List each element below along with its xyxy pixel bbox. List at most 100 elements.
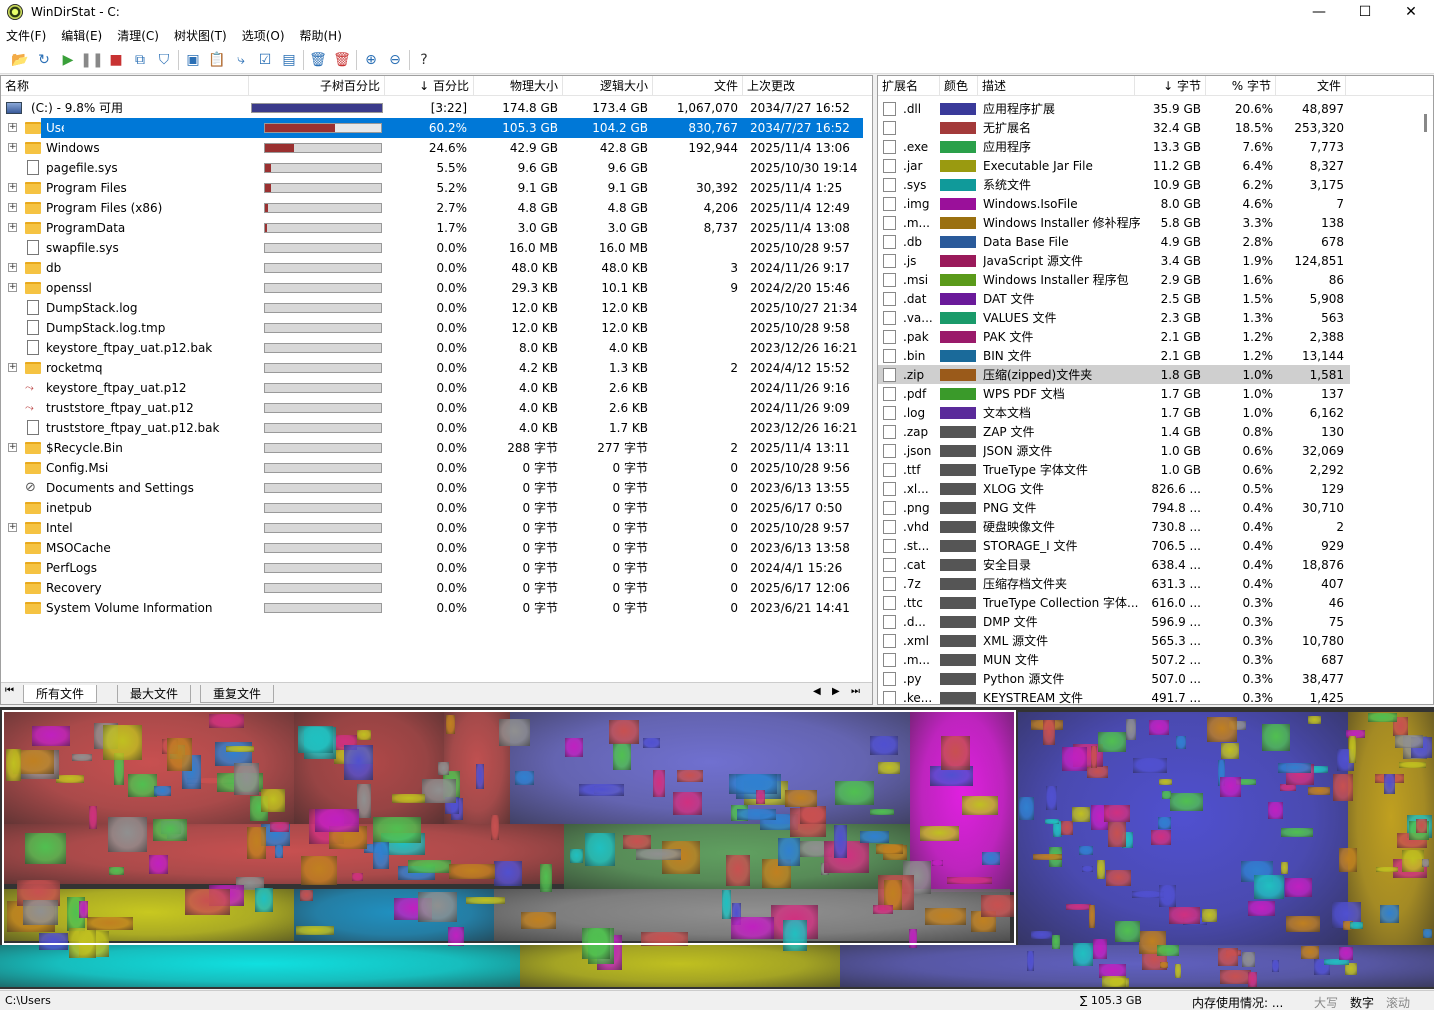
explorer-icon[interactable]: ▣	[181, 48, 205, 72]
extension-row[interactable]: .vhd 硬盘映像文件 730.8 ... 0.4% 2	[878, 517, 1350, 536]
play-icon[interactable]: ▶	[56, 48, 80, 72]
table-row[interactable]: + ProgramData 1.7% 3.0 GB 3.0 GB 8,737 2025/11…	[1, 218, 872, 238]
clipboard-icon[interactable]: 📋	[205, 48, 229, 72]
table-row[interactable]: swapfile.sys 0.0% 16.0 MB 16.0 MB 2025/10/28…	[1, 238, 872, 258]
table-row[interactable]: truststore_ftpay_uat.p12.bak 0.0% 4.0 KB 1.…	[1, 418, 872, 438]
zoom-in-icon[interactable]: ⊕	[359, 48, 383, 72]
extension-scrollbar[interactable]	[1419, 96, 1433, 704]
extension-row[interactable]: .m... Windows Installer 修补程序 5.8 GB 3.3% 138	[878, 213, 1350, 232]
extension-row[interactable]: .msi Windows Installer 程序包 2.9 GB 1.6% 86	[878, 270, 1350, 289]
extension-column-header[interactable]: 扩展名	[878, 76, 940, 96]
table-row[interactable]: + rocketmq 0.0% 4.2 KB 1.3 KB 2 2024/4/12 15:5…	[1, 358, 872, 378]
tree-column-header[interactable]: ↓ 百分比	[385, 76, 474, 96]
tree-column-header[interactable]: 名称	[1, 76, 249, 96]
extension-row[interactable]: .dat DAT 文件 2.5 GB 1.5% 5,908	[878, 289, 1350, 308]
table-row[interactable]: pagefile.sys 5.5% 9.6 GB 9.6 GB 2025/10/30 1…	[1, 158, 872, 178]
command-prompt-icon[interactable]: ▤	[277, 48, 301, 72]
tree-column-header[interactable]: 上次更改	[743, 76, 872, 96]
tree-column-header[interactable]: 逻辑大小	[563, 76, 653, 96]
menu-item-2[interactable]: 清理(C)	[117, 27, 159, 44]
copy-path-icon[interactable]: ⧉	[128, 48, 152, 72]
tree-column-header[interactable]: 文件	[653, 76, 743, 96]
scrollbar-thumb[interactable]	[1424, 114, 1427, 132]
extension-row[interactable]: .bin BIN 文件 2.1 GB 1.2% 13,144	[878, 346, 1350, 365]
refresh-icon[interactable]: ↻	[32, 48, 56, 72]
tree-root-row[interactable]: (C:) - 9.8% 可用 [3:22] 174.8 GB 173.4 GB 1,06…	[1, 98, 872, 118]
expand-icon[interactable]: +	[8, 283, 17, 292]
table-row[interactable]: PerfLogs 0.0% 0 字节 0 字节 0 2024/4/1 15:26	[1, 558, 872, 578]
menu-item-4[interactable]: 选项(O)	[242, 27, 285, 44]
extension-row[interactable]: .py Python 源文件 507.0 ... 0.3% 38,477	[878, 669, 1350, 688]
tab-scroll-right-icon[interactable]: ▶	[832, 686, 840, 697]
extension-row[interactable]: .ttc TrueType Collection 字体... 616.0 ... 0.…	[878, 593, 1350, 612]
table-row[interactable]: + Windows 24.6% 42.9 GB 42.8 GB 192,944 2025/1…	[1, 138, 872, 158]
extension-row[interactable]: .jar Executable Jar File 11.2 GB 6.4% 8,327	[878, 156, 1350, 175]
help-icon[interactable]: ?	[412, 48, 436, 72]
expand-icon[interactable]: +	[8, 123, 17, 132]
menu-item-0[interactable]: 文件(F)	[6, 27, 46, 44]
table-row[interactable]: ⊘ Documents and Settings 0.0% 0 字节 0 字节 0 2023…	[1, 478, 872, 498]
recycle-icon[interactable]: 🗑	[306, 48, 330, 72]
extension-row[interactable]: .xl... XLOG 文件 826.6 ... 0.5% 129	[878, 479, 1350, 498]
table-row[interactable]: keystore_ftpay_uat.p12.bak 0.0% 8.0 KB 4.0 …	[1, 338, 872, 358]
table-row[interactable]: + Users 60.2% 105.3 GB 104.2 GB 830,767 2034/7…	[1, 118, 872, 138]
extension-column-header[interactable]: ↓ 字节	[1135, 76, 1206, 96]
extension-row[interactable]: .js JavaScript 源文件 3.4 GB 1.9% 124,851	[878, 251, 1350, 270]
tab-scroll-left-icon[interactable]: ◀	[813, 686, 821, 697]
table-row[interactable]: + Program Files 5.2% 9.1 GB 9.1 GB 30,392 2025…	[1, 178, 872, 198]
extension-row[interactable]: .7z 压缩存档文件夹 631.3 ... 0.4% 407	[878, 574, 1350, 593]
extension-row[interactable]: .zap ZAP 文件 1.4 GB 0.8% 130	[878, 422, 1350, 441]
delete-icon[interactable]: 🗑	[330, 48, 354, 72]
table-row[interactable]: ⤳ truststore_ftpay_uat.p12 0.0% 4.0 KB 2.6 K…	[1, 398, 872, 418]
expand-icon[interactable]: +	[8, 143, 17, 152]
tab-all-files[interactable]: 所有文件	[23, 685, 98, 703]
extension-row[interactable]: .ke... KEYSTREAM 文件 491.7 ... 0.3% 1,425	[878, 688, 1350, 704]
menu-item-5[interactable]: 帮助(H)	[300, 27, 342, 44]
first-tab-icon[interactable]: ⏮	[5, 685, 14, 696]
table-row[interactable]: + $Recycle.Bin 0.0% 288 字节 277 字节 2 2025/11/4 …	[1, 438, 872, 458]
extension-row[interactable]: .zip 压缩(zipped)文件夹 1.8 GB 1.0% 1,581	[878, 365, 1350, 384]
extension-row[interactable]: .cat 安全目录 638.4 ... 0.4% 18,876	[878, 555, 1350, 574]
table-row[interactable]: ⤳ keystore_ftpay_uat.p12 0.0% 4.0 KB 2.6 KB 2…	[1, 378, 872, 398]
extension-column-header[interactable]: 颜色	[940, 76, 978, 96]
extension-row[interactable]: .dll 应用程序扩展 35.9 GB 20.6% 48,897	[878, 99, 1350, 118]
extension-row[interactable]: .db Data Base File 4.9 GB 2.8% 678	[878, 232, 1350, 251]
table-row[interactable]: System Volume Information 0.0% 0 字节 0 字节 0 20…	[1, 598, 872, 618]
extension-row[interactable]: .pak PAK 文件 2.1 GB 1.2% 2,388	[878, 327, 1350, 346]
extension-row[interactable]: .img Windows.IsoFile 8.0 GB 4.6% 7	[878, 194, 1350, 213]
expand-icon[interactable]: +	[8, 183, 17, 192]
expand-icon[interactable]: +	[8, 203, 17, 212]
properties-icon[interactable]: ☑	[253, 48, 277, 72]
expand-icon[interactable]: +	[8, 523, 17, 532]
open-folder-icon[interactable]: 📂	[8, 48, 32, 72]
maximize-button[interactable]: ☐	[1342, 0, 1388, 24]
expand-icon[interactable]: +	[8, 263, 17, 272]
extension-column-header[interactable]: 文件	[1276, 76, 1346, 96]
filter-icon[interactable]: ⛉	[152, 48, 176, 72]
extension-row[interactable]: .d... DMP 文件 596.9 ... 0.3% 75	[878, 612, 1350, 631]
extension-row[interactable]: .m... MUN 文件 507.2 ... 0.3% 687	[878, 650, 1350, 669]
table-row[interactable]: Recovery 0.0% 0 字节 0 字节 0 2025/6/17 12:06	[1, 578, 872, 598]
extension-row[interactable]: .png PNG 文件 794.8 ... 0.4% 30,710	[878, 498, 1350, 517]
extension-row[interactable]: .pdf WPS PDF 文档 1.7 GB 1.0% 137	[878, 384, 1350, 403]
close-button[interactable]: ✕	[1388, 0, 1434, 24]
extension-row[interactable]: .json JSON 源文件 1.0 GB 0.6% 32,069	[878, 441, 1350, 460]
expand-icon[interactable]: +	[8, 363, 17, 372]
extension-row[interactable]: .log 文本文档 1.7 GB 1.0% 6,162	[878, 403, 1350, 422]
menu-item-1[interactable]: 编辑(E)	[61, 27, 102, 44]
extension-row[interactable]: .xml XML 源文件 565.3 ... 0.3% 10,780	[878, 631, 1350, 650]
table-row[interactable]: inetpub 0.0% 0 字节 0 字节 0 2025/6/17 0:50	[1, 498, 872, 518]
tab-duplicate-files[interactable]: 重复文件	[200, 685, 275, 703]
last-tab-icon[interactable]: ⏭	[851, 686, 860, 697]
extension-row[interactable]: .sys 系统文件 10.9 GB 6.2% 3,175	[878, 175, 1350, 194]
minimize-button[interactable]: —	[1296, 0, 1342, 24]
treemap-view[interactable]	[0, 707, 1434, 989]
extension-row[interactable]: .st... STORAGE_I 文件 706.5 ... 0.4% 929	[878, 536, 1350, 555]
table-row[interactable]: + Program Files (x86) 2.7% 4.8 GB 4.8 GB 4,20…	[1, 198, 872, 218]
extension-row[interactable]: .exe 应用程序 13.3 GB 7.6% 7,773	[878, 137, 1350, 156]
tree-column-header[interactable]: 物理大小	[474, 76, 563, 96]
table-row[interactable]: + openssl 0.0% 29.3 KB 10.1 KB 9 2024/2/20 15:…	[1, 278, 872, 298]
zoom-out-icon[interactable]: ⊖	[383, 48, 407, 72]
table-row[interactable]: MSOCache 0.0% 0 字节 0 字节 0 2023/6/13 13:58	[1, 538, 872, 558]
expand-icon[interactable]: +	[8, 223, 17, 232]
